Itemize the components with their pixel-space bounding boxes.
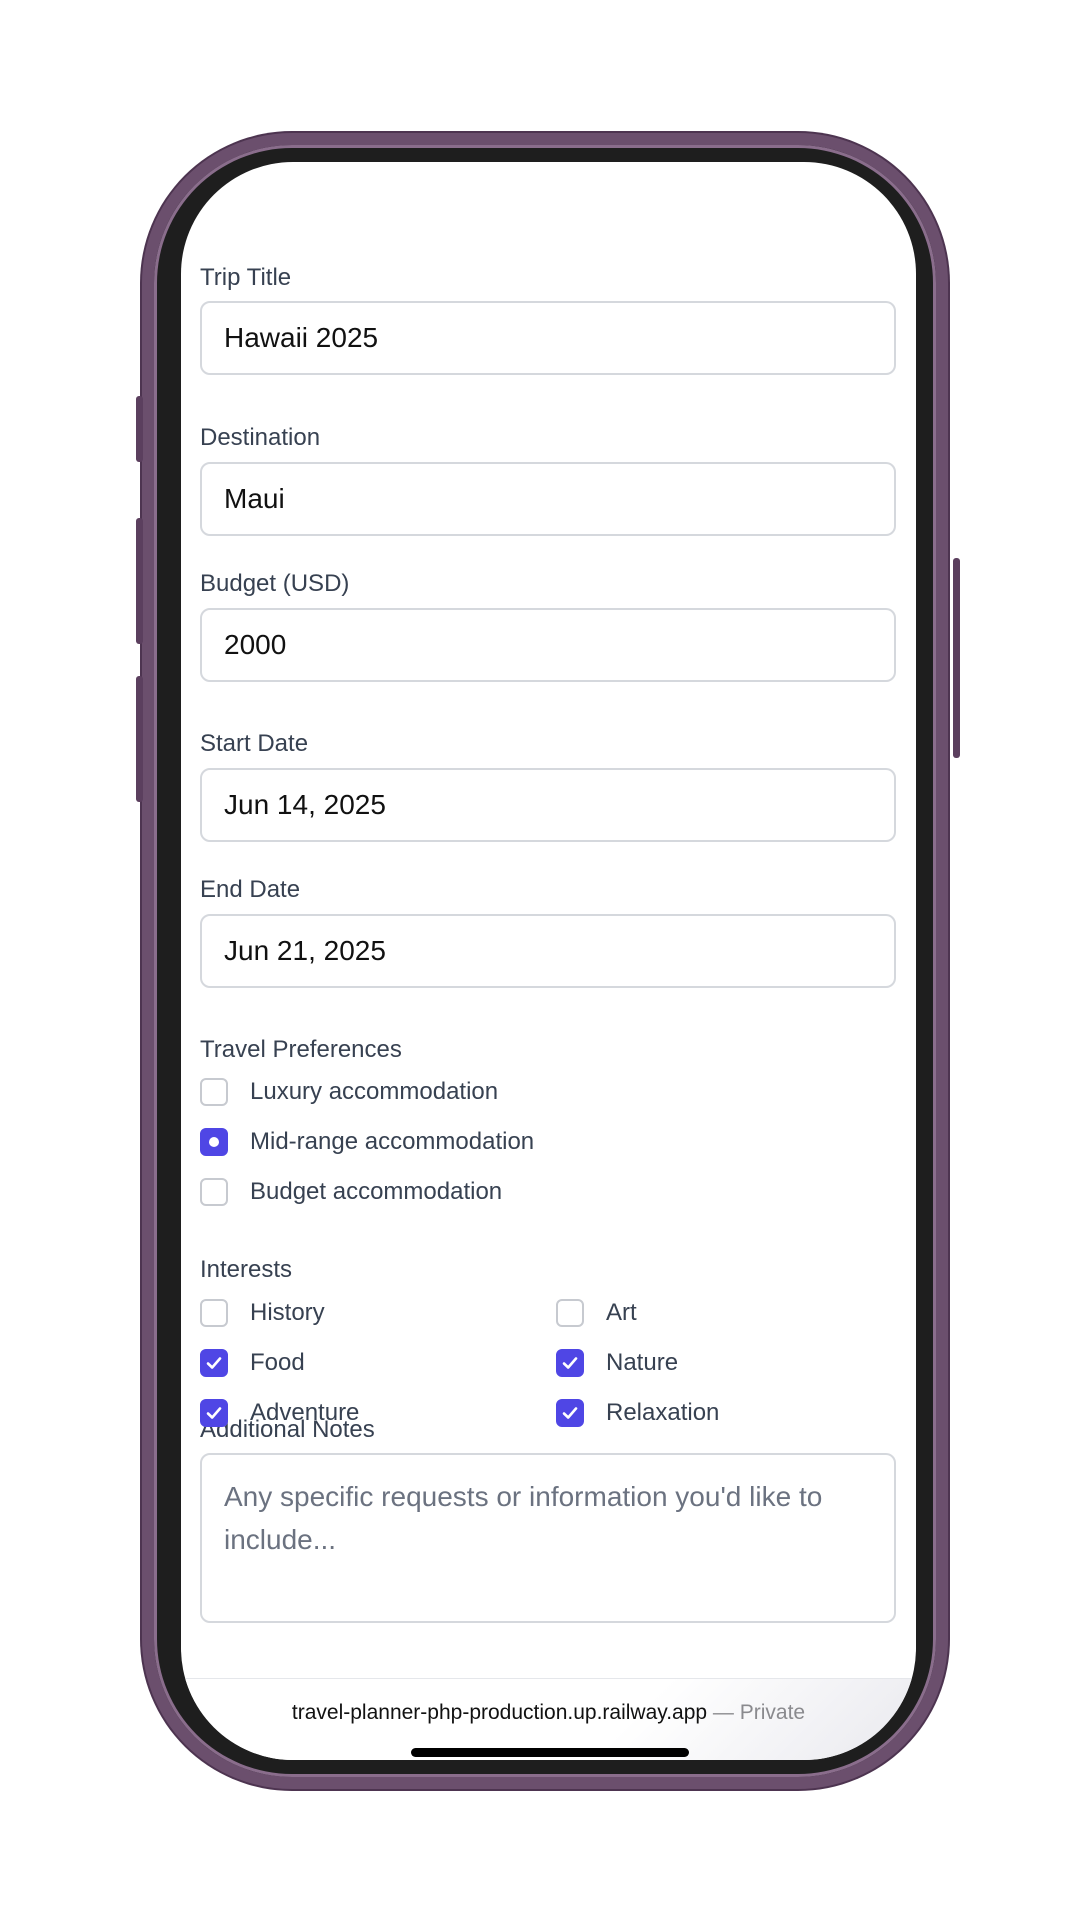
url-text[interactable]: travel-planner-php-production.up.railway… <box>181 1701 916 1725</box>
interests-label: Interests <box>200 1256 293 1283</box>
phone-volume-down-button <box>136 676 143 802</box>
interest-label: Art <box>606 1299 637 1326</box>
checkmark-icon <box>206 1407 222 1419</box>
radio-unselected[interactable] <box>200 1078 228 1106</box>
checkbox-checked[interactable] <box>200 1349 228 1377</box>
preference-option-label: Budget accommodation <box>250 1178 503 1205</box>
url-separator: — <box>707 1701 740 1724</box>
preference-option-luxury[interactable]: Luxury accommodation <box>200 1078 498 1106</box>
phone-action-button <box>136 396 143 462</box>
checkbox-unchecked[interactable] <box>556 1299 584 1327</box>
interest-food[interactable]: Food <box>200 1349 305 1377</box>
radio-dot-icon <box>209 1137 219 1147</box>
interest-relaxation[interactable]: Relaxation <box>556 1399 719 1427</box>
checkbox-checked[interactable] <box>556 1399 584 1427</box>
interest-label: Nature <box>606 1349 679 1376</box>
url-domain: travel-planner-php-production.up.railway… <box>291 1701 708 1724</box>
interest-label: Relaxation <box>606 1399 720 1426</box>
preference-option-mid-range[interactable]: Mid-range accommodation <box>200 1128 534 1156</box>
trip-title-input[interactable]: Hawaii 2025 <box>200 301 896 375</box>
radio-selected[interactable] <box>200 1128 228 1156</box>
home-indicator[interactable] <box>411 1748 689 1757</box>
interest-label: Adventure <box>250 1399 360 1426</box>
checkmark-icon <box>206 1357 222 1369</box>
additional-notes-textarea[interactable]: Any specific requests or information you… <box>200 1453 896 1623</box>
trip-title-label: Trip Title <box>200 264 292 291</box>
checkbox-checked[interactable] <box>200 1399 228 1427</box>
travel-preferences-label: Travel Preferences <box>200 1036 402 1063</box>
interest-history[interactable]: History <box>200 1299 325 1327</box>
phone-power-button <box>953 558 960 758</box>
end-date-input[interactable]: Jun 21, 2025 <box>200 914 896 988</box>
start-date-input[interactable]: Jun 14, 2025 <box>200 768 896 842</box>
phone-volume-up-button <box>136 518 143 644</box>
preference-option-budget[interactable]: Budget accommodation <box>200 1178 502 1206</box>
radio-unselected[interactable] <box>200 1178 228 1206</box>
destination-label: Destination <box>200 424 321 451</box>
preference-option-label: Luxury accommodation <box>250 1078 499 1105</box>
budget-label: Budget (USD) <box>200 570 350 597</box>
interest-nature[interactable]: Nature <box>556 1349 678 1377</box>
checkbox-unchecked[interactable] <box>200 1299 228 1327</box>
screen: Trip Title Hawaii 2025 Destination Maui … <box>181 162 916 1760</box>
interest-label: History <box>250 1299 325 1326</box>
interest-adventure[interactable]: Adventure <box>200 1399 359 1427</box>
destination-input[interactable]: Maui <box>200 462 896 536</box>
checkbox-checked[interactable] <box>556 1349 584 1377</box>
end-date-label: End Date <box>200 876 301 903</box>
start-date-label: Start Date <box>200 730 309 757</box>
preference-option-label: Mid-range accommodation <box>250 1128 535 1155</box>
interest-art[interactable]: Art <box>556 1299 637 1327</box>
private-badge: Private <box>739 1701 806 1724</box>
budget-input[interactable]: 2000 <box>200 608 896 682</box>
checkmark-icon <box>562 1407 578 1419</box>
checkmark-icon <box>562 1357 578 1369</box>
interest-label: Food <box>250 1349 305 1376</box>
